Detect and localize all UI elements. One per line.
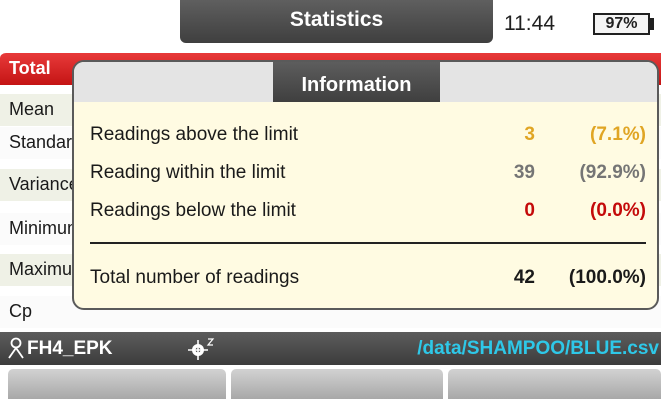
file-path: /data/SHAMPOO/BLUE.csv	[417, 338, 659, 359]
info-label: Reading within the limit	[90, 162, 286, 183]
list-item-label: Total	[9, 58, 51, 78]
info-percent: (92.9%)	[579, 162, 646, 183]
dialog-title: Information	[273, 62, 440, 102]
info-row-below: Readings below the limit 0 (0.0%)	[90, 196, 646, 226]
info-percent: (0.0%)	[590, 200, 646, 221]
screen-title: Statistics	[180, 0, 493, 43]
info-count: 3	[524, 124, 535, 145]
info-row-above: Readings above the limit 3 (7.1%)	[90, 120, 646, 150]
softkey-bar	[0, 365, 661, 399]
softkey-2[interactable]	[231, 369, 443, 399]
list-item-label: Cp	[9, 301, 33, 321]
status-bar: FH4_EPK /data/SHAMPOO/BLUE.csv	[0, 332, 661, 365]
info-count: 42	[513, 267, 535, 288]
info-row-total: Total number of readings 42 (100.0%)	[90, 263, 646, 293]
battery-icon	[650, 18, 654, 30]
info-label: Readings above the limit	[90, 124, 299, 145]
battery-indicator: 97%	[593, 13, 650, 35]
info-label: Total number of readings	[90, 267, 300, 288]
info-row-within: Reading within the limit 39 (92.9%)	[90, 158, 646, 188]
softkey-1[interactable]	[8, 369, 226, 399]
probe-icon	[8, 337, 24, 359]
softkey-3[interactable]	[448, 369, 661, 399]
info-count: 0	[524, 200, 535, 221]
info-percent: (7.1%)	[590, 124, 646, 145]
crosshair-z-icon	[188, 338, 215, 360]
top-bar: Statistics 11:44 97%	[0, 0, 661, 48]
information-dialog: Information Readings above the limit 3 (…	[72, 60, 659, 310]
info-percent: (100.0%)	[568, 267, 646, 288]
info-label: Readings below the limit	[90, 200, 296, 221]
list-item-label: Variance	[9, 174, 79, 194]
info-count: 39	[513, 162, 535, 183]
list-item-label: Mean	[9, 99, 55, 119]
clock: 11:44	[504, 12, 555, 35]
probe-name: FH4_EPK	[27, 338, 113, 359]
dialog-divider	[90, 242, 646, 244]
dialog-header: Information	[74, 62, 657, 102]
